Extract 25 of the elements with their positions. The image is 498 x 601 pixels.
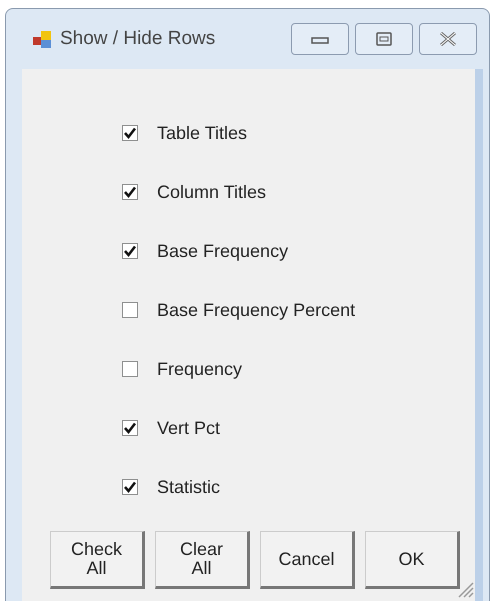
checkbox-label: Base Frequency Percent xyxy=(157,300,356,320)
checkbox[interactable] xyxy=(122,184,138,200)
checkbox-label: Base Frequency xyxy=(157,240,288,262)
checkbox-label: Column Titles xyxy=(157,182,266,202)
maximize-button[interactable] xyxy=(355,23,413,55)
checkbox-label: Table Titles xyxy=(157,122,248,144)
minimize-button[interactable] xyxy=(291,23,349,55)
checkbox-label: Vert Pct xyxy=(157,418,220,438)
checkbox-label: Frequency xyxy=(157,358,242,380)
checkbox[interactable] xyxy=(122,125,138,141)
dialog-button[interactable]: Clear All xyxy=(155,531,250,589)
dialog-button[interactable]: Cancel xyxy=(260,531,355,589)
checkbox[interactable] xyxy=(122,302,138,318)
close-button[interactable] xyxy=(419,23,477,55)
window-title: Show / Hide Rows xyxy=(60,28,216,50)
checkbox[interactable] xyxy=(122,243,138,259)
checkbox[interactable] xyxy=(122,361,138,377)
app-icon xyxy=(32,29,54,51)
close-icon xyxy=(439,32,457,46)
checkbox[interactable] xyxy=(122,420,138,436)
checkbox-label: Statistic xyxy=(157,476,220,498)
dialog-button[interactable]: OK xyxy=(365,531,460,589)
checkbox[interactable] xyxy=(122,479,138,495)
maximize-icon xyxy=(376,32,392,46)
dialog-button[interactable]: Check All xyxy=(50,531,145,589)
